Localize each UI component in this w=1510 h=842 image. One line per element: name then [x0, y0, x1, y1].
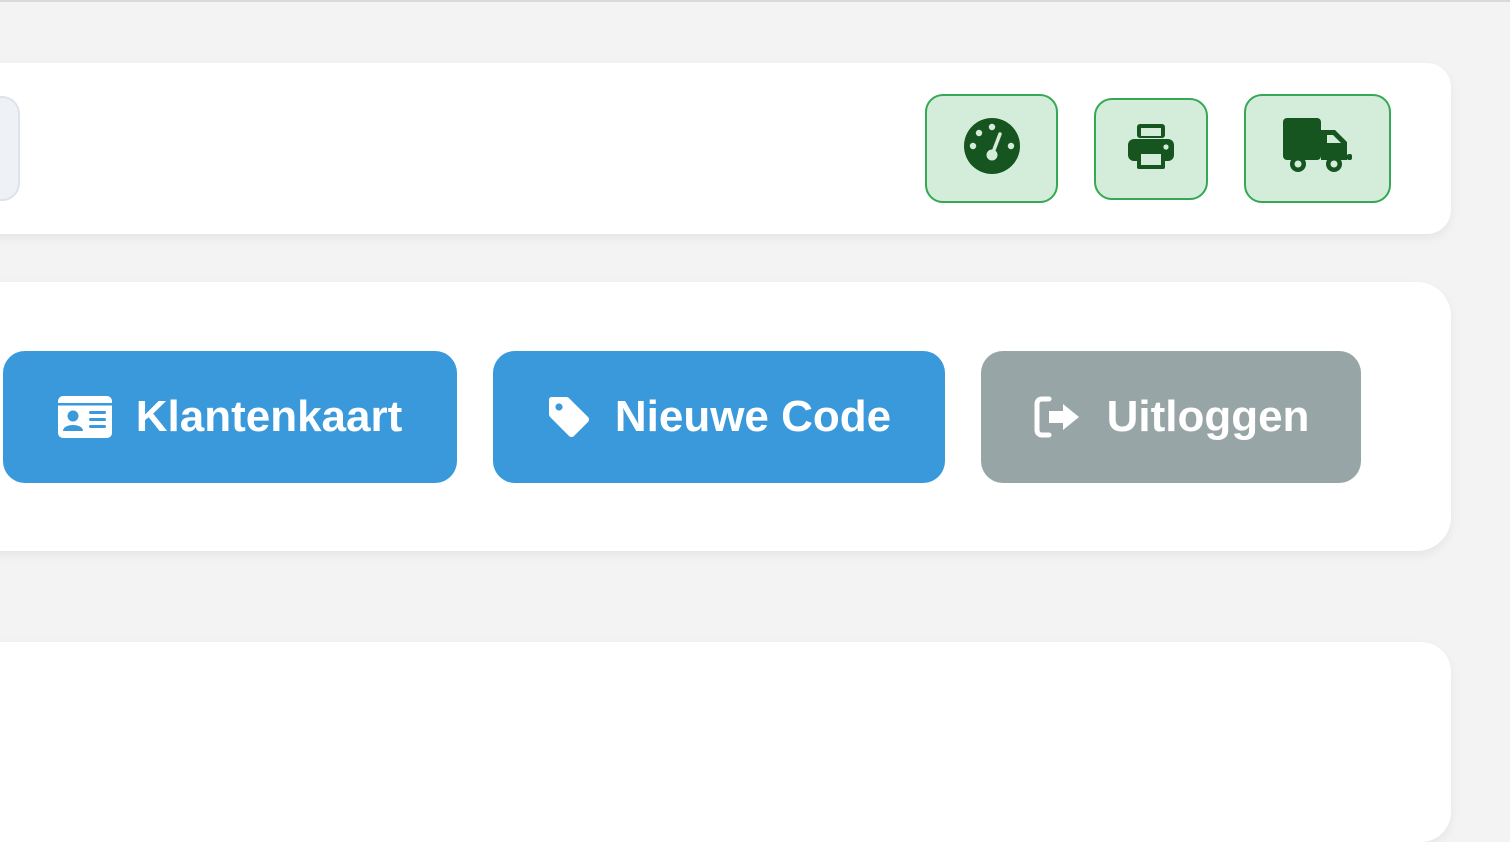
- tag-icon: [547, 395, 591, 439]
- customer-card-button[interactable]: Klantenkaart: [3, 351, 457, 483]
- new-code-button[interactable]: Nieuwe Code: [493, 351, 945, 483]
- sign-out-icon: [1033, 395, 1083, 439]
- dashboard-gauge-icon: [963, 117, 1021, 180]
- toolbar-card: [0, 63, 1451, 234]
- new-code-label: Nieuwe Code: [614, 392, 892, 441]
- dashboard-button[interactable]: [925, 94, 1058, 203]
- truck-icon: [1282, 118, 1353, 179]
- content-card: [0, 642, 1451, 842]
- logout-button[interactable]: Uitloggen: [981, 351, 1361, 483]
- customer-card-label: Klantenkaart: [135, 392, 403, 441]
- logout-label: Uitloggen: [1106, 392, 1310, 441]
- print-button[interactable]: [1094, 98, 1208, 200]
- delivery-button[interactable]: [1244, 94, 1391, 203]
- top-divider: [0, 0, 1510, 2]
- id-card-icon: [57, 396, 112, 438]
- print-icon: [1126, 122, 1176, 177]
- search-input[interactable]: [0, 96, 20, 201]
